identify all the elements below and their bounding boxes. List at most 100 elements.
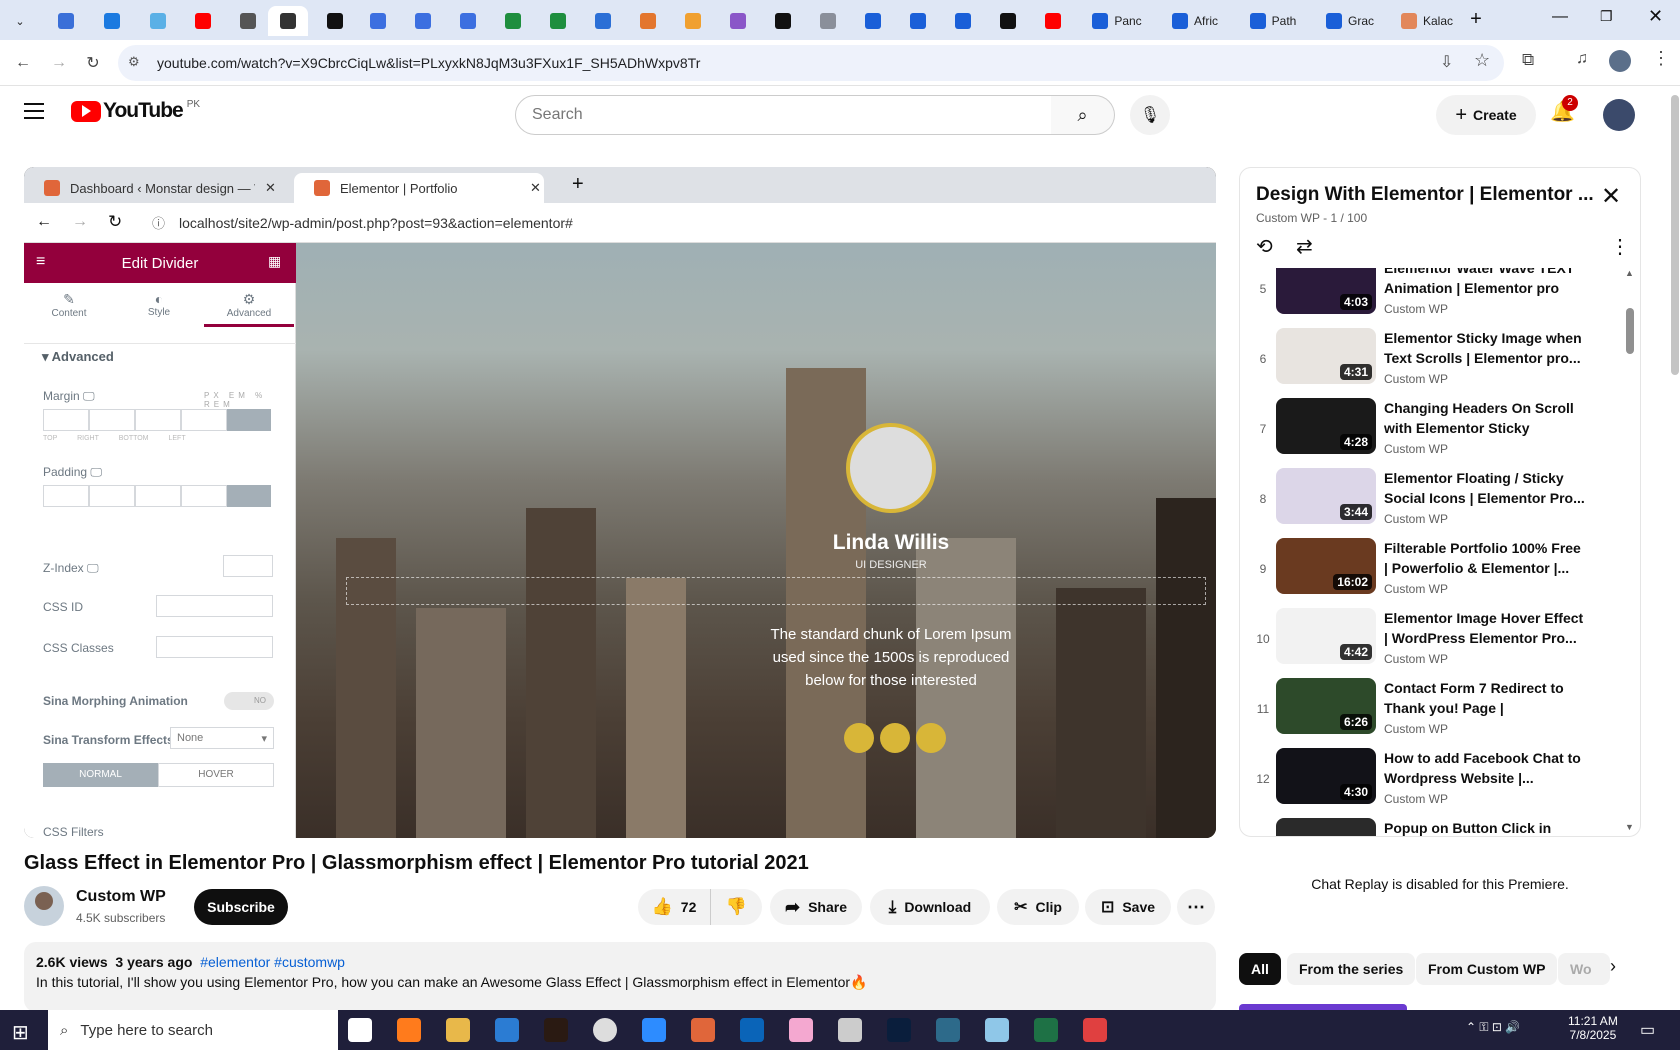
browser-tab[interactable]	[628, 6, 668, 36]
install-app-icon[interactable]: ⇩	[1440, 52, 1453, 72]
browser-tab[interactable]	[898, 6, 938, 36]
system-tray-icons[interactable]: ⌃ ⚿ ⊡ 🔊	[1466, 1020, 1520, 1035]
browser-tab[interactable]	[538, 6, 578, 36]
chip-from-custom-wp[interactable]: From Custom WP	[1416, 953, 1558, 985]
playlist-menu-icon[interactable]: ⋮	[1610, 234, 1630, 259]
channel-avatar[interactable]	[24, 886, 64, 926]
browser-tab[interactable]	[763, 6, 803, 36]
close-playlist-button[interactable]: ✕	[1601, 182, 1621, 211]
browser-tab[interactable]	[403, 6, 443, 36]
taskbar-search-box[interactable]: ⌕ Type here to search	[48, 1010, 338, 1050]
download-button[interactable]: ⤓ Download	[870, 889, 990, 925]
extensions-icon[interactable]: ⧉	[1522, 50, 1534, 70]
chip-from-series[interactable]: From the series	[1287, 953, 1416, 985]
notepad-icon[interactable]	[985, 1018, 1009, 1042]
playlist-scrollbar[interactable]	[1626, 308, 1634, 354]
excel-icon[interactable]	[1034, 1018, 1058, 1042]
app-icon[interactable]	[936, 1018, 960, 1042]
task-view-icon[interactable]	[348, 1018, 372, 1042]
back-button[interactable]: ←	[10, 50, 36, 76]
create-button[interactable]: + Create	[1436, 95, 1536, 135]
profile-avatar[interactable]	[1609, 50, 1631, 72]
new-tab-button[interactable]: +	[1464, 8, 1488, 32]
browser-tab[interactable]	[808, 6, 848, 36]
browser-tab[interactable]: Panc	[1080, 6, 1154, 36]
firefox-icon[interactable]	[397, 1018, 421, 1042]
browser-tab[interactable]: Path	[1236, 6, 1310, 36]
file-explorer-icon[interactable]	[446, 1018, 470, 1042]
windows-start-icon[interactable]: ⊞	[12, 1020, 29, 1045]
channel-name[interactable]: Custom WP	[76, 888, 166, 906]
browser-tab[interactable]	[673, 6, 713, 36]
browser-tab[interactable]	[228, 6, 268, 36]
playlist-item[interactable]: 9 16:02 Filterable Portfolio 100% Free | P…	[1252, 538, 1626, 600]
description-box[interactable]: 2.6K views 3 years ago #elementor #custo…	[24, 942, 1216, 1012]
taskbar-clock[interactable]: 11:21 AM 7/8/2025	[1568, 1014, 1618, 1042]
pen-tool-icon[interactable]	[838, 1018, 862, 1042]
chrome-icon[interactable]	[593, 1018, 617, 1042]
browser-tab[interactable]	[583, 6, 623, 36]
browser-tab[interactable]	[92, 6, 132, 36]
playlist-item[interactable]: 5 4:03 Elementor Water Wave TEXT Animation…	[1252, 268, 1626, 320]
playlist-item[interactable]: 10 4:42 Elementor Image Hover Effect | Wor…	[1252, 608, 1626, 670]
playlist-item[interactable]: 11 6:26 Contact Form 7 Redirect to Thank y…	[1252, 678, 1626, 740]
browser-tab[interactable]	[268, 6, 308, 36]
clip-button[interactable]: ✂ Clip	[997, 889, 1079, 925]
browser-tab[interactable]	[988, 6, 1028, 36]
browser-tab[interactable]	[46, 6, 86, 36]
browser-tab[interactable]: Grac	[1313, 6, 1387, 36]
notification-center-icon[interactable]: ▭	[1640, 1020, 1655, 1040]
browser-tab[interactable]	[315, 6, 355, 36]
account-avatar[interactable]	[1603, 99, 1635, 131]
browser-menu-icon[interactable]: ⋮	[1652, 48, 1670, 69]
share-button[interactable]: ➦ Share	[770, 889, 862, 925]
playlist-title[interactable]: Design With Elementor | Elementor ...	[1256, 184, 1594, 206]
browser-tab[interactable]	[853, 6, 893, 36]
chip-more[interactable]: Wo	[1558, 953, 1610, 985]
browser-tab[interactable]	[943, 6, 983, 36]
scroll-up-arrow[interactable]: ▲	[1625, 268, 1634, 278]
photoshop-icon[interactable]	[887, 1018, 911, 1042]
playlist-item[interactable]: 8 3:44 Elementor Floating / Sticky Social …	[1252, 468, 1626, 530]
maximize-button[interactable]: ❐	[1600, 8, 1613, 25]
youtube-logo[interactable]: YouTube PK	[71, 99, 200, 123]
dislike-button[interactable]: 👎	[710, 889, 762, 925]
app-icon[interactable]	[1083, 1018, 1107, 1042]
xampp-icon[interactable]	[691, 1018, 715, 1042]
minimize-button[interactable]: —	[1552, 8, 1568, 26]
chevron-right-icon[interactable]: ›	[1610, 956, 1616, 977]
browser-tab[interactable]	[718, 6, 758, 36]
browser-tab[interactable]	[1033, 6, 1073, 36]
browser-tab[interactable]	[138, 6, 178, 36]
illustrator-icon[interactable]	[544, 1018, 568, 1042]
playlist-item[interactable]: 12 4:30 How to add Facebook Chat to Wordpr…	[1252, 748, 1626, 810]
bookmark-star-icon[interactable]: ☆	[1474, 50, 1490, 71]
browser-tab[interactable]	[448, 6, 488, 36]
scroll-down-arrow[interactable]: ▼	[1625, 822, 1634, 832]
zoom-icon[interactable]	[642, 1018, 666, 1042]
media-control-icon[interactable]: ♫	[1576, 50, 1588, 68]
playlist-item[interactable]: 7 4:28 Changing Headers On Scroll with Ele…	[1252, 398, 1626, 460]
loop-icon[interactable]: ⟲	[1256, 234, 1273, 259]
search-input[interactable]: Search	[515, 95, 1052, 135]
save-button[interactable]: ⊡ Save	[1085, 889, 1171, 925]
shuffle-icon[interactable]: ⇄	[1296, 234, 1313, 259]
vscode-icon[interactable]	[495, 1018, 519, 1042]
browser-tab[interactable]	[358, 6, 398, 36]
hashtags[interactable]: #elementor #customwp	[200, 954, 345, 970]
like-button[interactable]: 👍 72	[638, 889, 710, 925]
browser-tab[interactable]	[183, 6, 223, 36]
search-button[interactable]: ⌕	[1051, 95, 1115, 135]
creative-cloud-icon[interactable]	[789, 1018, 813, 1042]
reload-button[interactable]: ↻	[80, 50, 106, 76]
more-actions-button[interactable]: ⋯	[1177, 889, 1215, 925]
playlist-item[interactable]: 13Popup on Button Click in	[1252, 818, 1626, 836]
browser-tab[interactable]	[493, 6, 533, 36]
close-window-button[interactable]: ✕	[1648, 6, 1663, 27]
browser-tab[interactable]: Kalac	[1390, 6, 1464, 36]
subscribe-button[interactable]: Subscribe	[194, 889, 288, 925]
playlist-item[interactable]: 6 4:31 Elementor Sticky Image when Text Sc…	[1252, 328, 1626, 390]
chip-all[interactable]: All	[1239, 953, 1281, 985]
outlook-icon[interactable]	[740, 1018, 764, 1042]
tab-search-dropdown[interactable]: ⌄	[6, 6, 34, 36]
